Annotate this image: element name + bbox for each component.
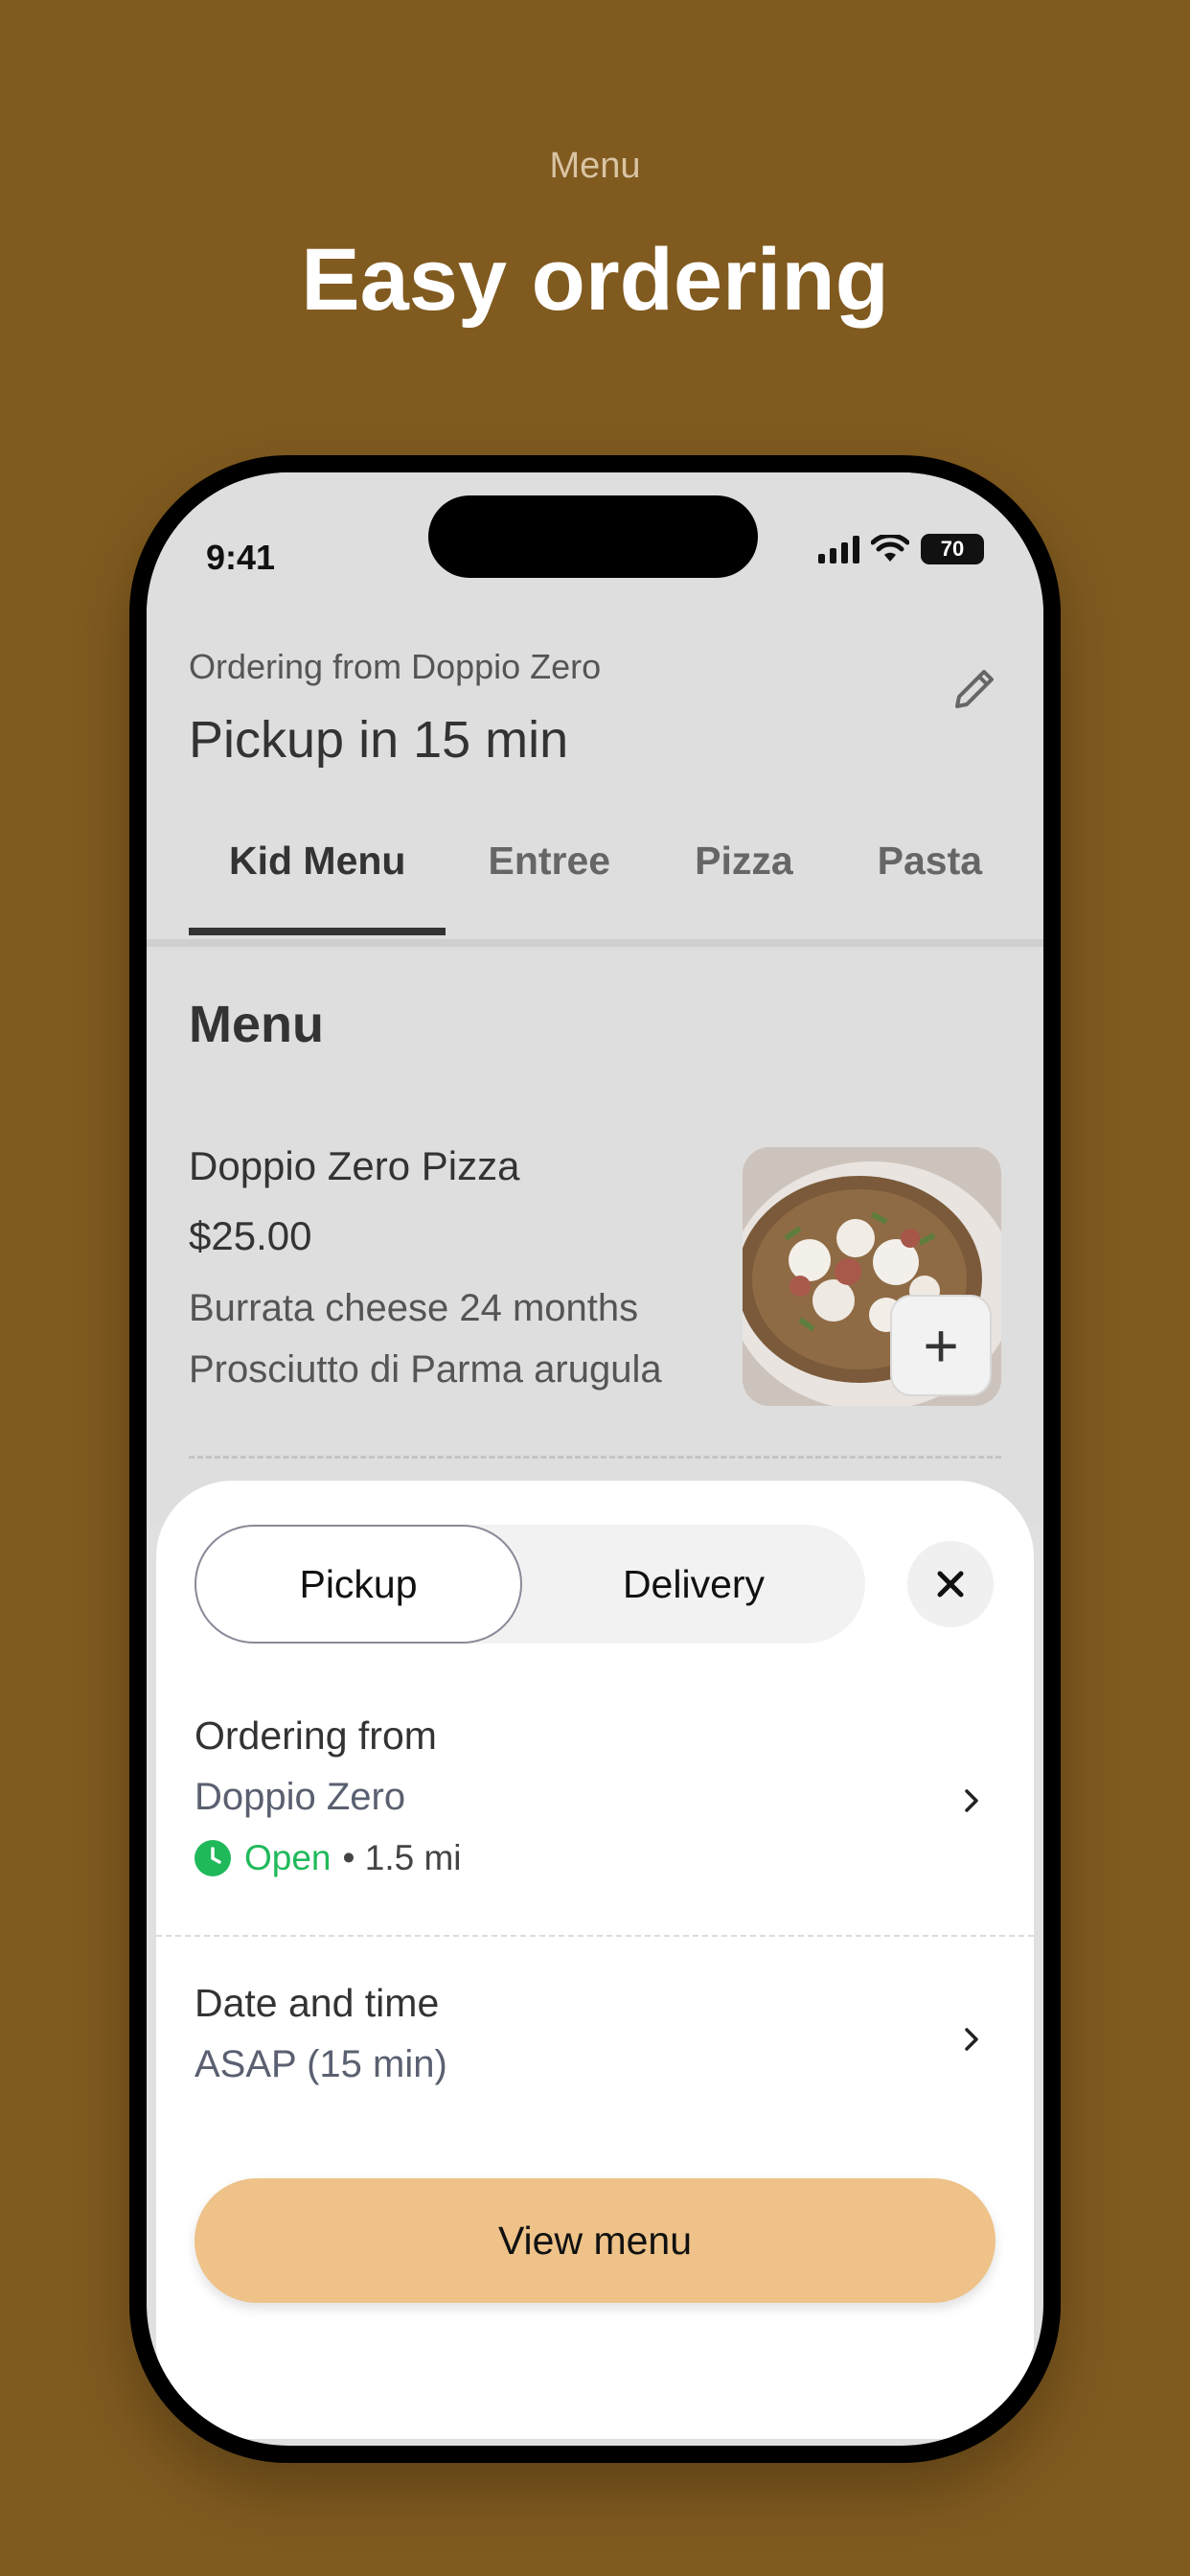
tab-pizza[interactable]: Pizza [695,827,793,884]
dynamic-island [428,495,758,578]
section-title: Menu [189,996,324,1053]
order-options-sheet: Pickup Delivery Ordering from Doppio Zer… [156,1481,1034,2439]
chevron-right-icon [965,2028,978,2051]
clock-icon [195,1840,231,1876]
phone-frame: 9:41 70 Ordering from Doppio Zero Pickup… [129,455,1061,2463]
pencil-icon[interactable] [946,660,1003,718]
battery-icon: 70 [921,534,984,564]
plus-icon[interactable]: + [890,1295,992,1396]
hero-eyebrow: Menu [549,146,641,186]
hero-title: Easy ordering [301,231,889,329]
close-icon [937,1571,964,1598]
mode-segmented-control: Pickup Delivery [195,1525,865,1644]
view-menu-button[interactable]: View menu [195,2178,995,2303]
store-status: Open • 1.5 mi [195,1838,462,1878]
tab-pasta[interactable]: Pasta [878,827,982,884]
chevron-right-icon [965,1789,978,1812]
wifi-icon [871,535,909,562]
menu-item-name[interactable]: Doppio Zero Pizza [189,1143,520,1189]
delivery-option[interactable]: Delivery [522,1525,865,1644]
status-icons: 70 [818,534,984,564]
date-time-value: ASAP (15 min) [195,2043,447,2085]
status-time: 9:41 [206,538,276,577]
distance: • 1.5 mi [342,1838,462,1877]
pickup-option[interactable]: Pickup [195,1525,522,1644]
sheet-divider [156,1935,1034,1937]
close-button[interactable] [907,1541,994,1627]
item-divider [189,1456,1001,1459]
menu-item-price: $25.00 [189,1213,312,1258]
date-time-label: Date and time [195,1981,440,2025]
ordering-from-label: Ordering from [195,1714,437,1758]
tab-entree[interactable]: Entree [488,827,610,884]
category-tabs: Kid Menu Entree Pizza Pasta [189,827,1043,937]
tab-kid-menu[interactable]: Kid Menu [189,827,446,935]
signal-icon [818,535,859,564]
menu-item-description: Burrata cheese 24 months Prosciutto di P… [189,1287,662,1391]
tab-bar-track [147,939,1043,947]
ordering-from-caption: Ordering from Doppio Zero [189,647,602,686]
phone-screen: 9:41 70 Ordering from Doppio Zero Pickup… [147,472,1043,2446]
store-name: Doppio Zero [195,1776,406,1818]
open-status: Open [244,1838,332,1877]
pickup-time-title: Pickup in 15 min [189,711,569,769]
